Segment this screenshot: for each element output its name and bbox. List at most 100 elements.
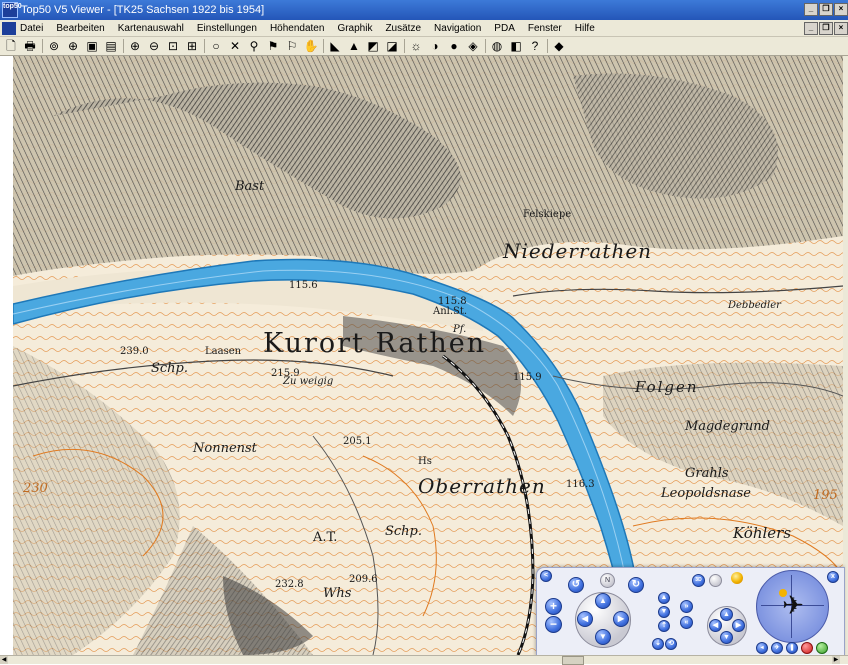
dot-icon[interactable]: ●: [446, 38, 462, 54]
doc-restore-button[interactable]: ❐: [819, 22, 833, 35]
close-button[interactable]: ×: [834, 3, 848, 16]
menu-fenster[interactable]: Fenster: [528, 23, 562, 34]
menu-datei[interactable]: Datei: [20, 23, 43, 34]
pan-right-icon[interactable]: ▶: [613, 611, 629, 627]
toolbar: 🗋 🖶 ⊚ ⊕ ▣ ▤ ⊕ ⊖ ⊡ ⊞ ○ ✕ ⚲ ⚑ ⚐ ✋ ◣ ▲ ◩ ◪ ☼ ◑ ● ◈ ◍ ◧? ◆: [0, 37, 848, 56]
mode-3d-button[interactable]: 3D: [692, 574, 705, 587]
menu-zusaetze[interactable]: Zusätze: [385, 23, 421, 34]
place-label: Leopoldsnase: [661, 486, 751, 501]
raise-icon[interactable]: ⇡: [658, 620, 670, 632]
elevation-label: 230: [23, 481, 48, 496]
goto-position-icon[interactable]: ⊕: [65, 38, 81, 54]
hand-pan-icon[interactable]: ✋: [303, 38, 319, 54]
place-label: Niederrathen: [503, 239, 653, 263]
place-label: Hs: [418, 456, 432, 467]
menu-pda[interactable]: PDA: [494, 23, 515, 34]
circle-tool-icon[interactable]: ○: [208, 38, 224, 54]
zoom-window-icon[interactable]: ⊡: [165, 38, 181, 54]
altitude-down-icon[interactable]: ▼: [720, 631, 733, 644]
sun-icon[interactable]: ☼: [408, 38, 424, 54]
elevation-label: 115.6: [289, 280, 318, 291]
menu-bearbeiten[interactable]: Bearbeiten: [56, 23, 104, 34]
shading-icon[interactable]: ◑: [427, 38, 443, 54]
toolbar-separator: [123, 39, 124, 53]
pan-left-icon[interactable]: ◀: [577, 611, 593, 627]
lower-icon[interactable]: ⇣: [652, 638, 664, 650]
new-document-icon[interactable]: 🗋: [3, 38, 19, 54]
fly-icon[interactable]: ✈: [771, 642, 783, 654]
terrain-view-icon[interactable]: ◩: [365, 38, 381, 54]
zoom-out-icon[interactable]: ⊖: [146, 38, 162, 54]
elevation-label: 195: [813, 488, 838, 503]
map-layers-icon[interactable]: ◧: [508, 38, 524, 54]
toolbar-separator: [204, 39, 205, 53]
pause-icon[interactable]: ❚: [786, 642, 798, 654]
waypoint-icon[interactable]: ⚐: [284, 38, 300, 54]
speed-up-icon[interactable]: »: [680, 600, 693, 613]
elevation-profile-icon[interactable]: ◣: [327, 38, 343, 54]
save-map-icon[interactable]: ▣: [84, 38, 100, 54]
zoom-in-button[interactable]: +: [545, 598, 562, 615]
altitude-left-icon[interactable]: ◀: [709, 619, 722, 632]
menu-graphik[interactable]: Graphik: [337, 23, 372, 34]
marker-icon[interactable]: ⚲: [246, 38, 262, 54]
binoculars-icon[interactable]: ⊚: [46, 38, 62, 54]
export-map-icon[interactable]: ▤: [103, 38, 119, 54]
help-cursor-icon[interactable]: ?: [527, 38, 543, 54]
zoom-in-icon[interactable]: ⊕: [127, 38, 143, 54]
window-controls: _ ❐ ×: [804, 3, 848, 16]
3d-view-icon[interactable]: ◆: [551, 38, 567, 54]
map-right-margin: [843, 56, 848, 655]
document-icon[interactable]: [2, 21, 16, 35]
elevation-label: 116.3: [566, 479, 595, 490]
sun-icon[interactable]: [731, 572, 743, 584]
overlay-icon[interactable]: ◪: [384, 38, 400, 54]
app-icon[interactable]: top50: [2, 2, 22, 18]
rotate-left-icon[interactable]: ↺: [568, 577, 584, 593]
tilt-up-icon[interactable]: ▲: [658, 592, 670, 604]
delete-marker-icon[interactable]: ✕: [227, 38, 243, 54]
nav-collapse-button[interactable]: <: [540, 570, 552, 582]
menu-kartenauswahl[interactable]: Kartenauswahl: [118, 23, 184, 34]
north-button[interactable]: N: [600, 573, 615, 588]
doc-minimize-button[interactable]: _: [804, 22, 818, 35]
gps-device-icon[interactable]: ◈: [465, 38, 481, 54]
toggle-button[interactable]: [709, 574, 722, 587]
menu-einstellungen[interactable]: Einstellungen: [197, 23, 257, 34]
zoom-out-button[interactable]: −: [545, 616, 562, 633]
menu-hilfe[interactable]: Hilfe: [575, 23, 595, 34]
document-window-controls: _ ❐ ×: [804, 22, 848, 35]
zoom-fit-icon[interactable]: ⊞: [184, 38, 200, 54]
fly-back-icon[interactable]: ◂: [756, 642, 768, 654]
title-bar[interactable]: top50 Top50 V5 Viewer - [TK25 Sachsen 19…: [0, 0, 848, 20]
restore-button[interactable]: ❐: [819, 3, 833, 16]
menu-hoehendaten[interactable]: Höhendaten: [270, 23, 325, 34]
scroll-thumb[interactable]: [562, 656, 584, 665]
window-title: Top50 V5 Viewer - [TK25 Sachsen 1922 bis…: [21, 4, 265, 16]
record-icon[interactable]: [801, 642, 813, 654]
pan-up-icon[interactable]: ▲: [595, 593, 611, 609]
reset-icon[interactable]: ⟲: [665, 638, 677, 650]
altitude-up-icon[interactable]: ▲: [720, 608, 733, 621]
place-label: Köhlers: [733, 524, 792, 542]
altitude-right-icon[interactable]: ▶: [732, 619, 745, 632]
elevation-label: 115.9: [513, 372, 542, 383]
route-marker-icon[interactable]: ⚑: [265, 38, 281, 54]
globe-icon[interactable]: ◍: [489, 38, 505, 54]
terrain-icon[interactable]: ▲: [346, 38, 362, 54]
flight-compass[interactable]: ✈: [756, 570, 829, 643]
doc-close-button[interactable]: ×: [834, 22, 848, 35]
map-view[interactable]: Kurort Rathen Oberrathen Niederrathen Fo…: [13, 56, 843, 655]
place-label: Debbedler: [728, 300, 781, 311]
place-label: A.T.: [313, 530, 338, 545]
minimize-button[interactable]: _: [804, 3, 818, 16]
menu-navigation[interactable]: Navigation: [434, 23, 481, 34]
speed-down-icon[interactable]: «: [680, 616, 693, 629]
elevation-label: 239.0: [120, 346, 149, 357]
nav-close-button[interactable]: x: [827, 571, 839, 583]
rotate-right-icon[interactable]: ↻: [628, 577, 644, 593]
tilt-down-icon[interactable]: ▼: [658, 606, 670, 618]
play-icon[interactable]: [816, 642, 828, 654]
pan-down-icon[interactable]: ▼: [595, 629, 611, 645]
print-icon[interactable]: 🖶: [22, 38, 38, 54]
